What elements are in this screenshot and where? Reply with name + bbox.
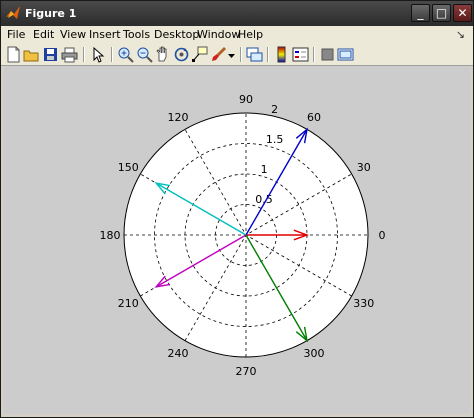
dock-arrow-icon[interactable]: ↘ <box>456 28 465 41</box>
select-arrow-icon[interactable] <box>90 46 107 63</box>
maximize-button[interactable]: □ <box>432 4 451 22</box>
colorbar-icon[interactable] <box>273 46 290 63</box>
angle-tick-label: 0 <box>379 229 386 242</box>
toolbar-separator <box>111 47 113 62</box>
matlab-logo-icon <box>6 6 20 19</box>
menu-file[interactable]: File <box>7 28 25 41</box>
menu-desktop[interactable]: Desktop <box>154 28 199 41</box>
toolbar-separator <box>313 47 315 62</box>
rotate-3d-icon[interactable] <box>173 46 190 63</box>
save-icon[interactable] <box>42 46 59 63</box>
brush-icon[interactable] <box>210 46 227 63</box>
close-button[interactable]: ✕ <box>453 4 472 22</box>
radial-tick-label: 2 <box>271 103 278 116</box>
open-file-icon[interactable] <box>23 46 40 63</box>
show-tools-icon[interactable] <box>337 46 354 63</box>
angle-tick-label: 120 <box>168 111 189 124</box>
link-plot-icon[interactable] <box>246 46 263 63</box>
zoom-out-icon[interactable] <box>136 46 153 63</box>
menu-insert[interactable]: Insert <box>89 28 121 41</box>
new-figure-icon[interactable] <box>5 46 22 63</box>
radial-tick-label: 1.5 <box>266 133 284 146</box>
toolbar-separator <box>83 47 85 62</box>
title-bar[interactable]: Figure 1 _ □ ✕ <box>1 1 473 26</box>
zoom-in-icon[interactable] <box>117 46 134 63</box>
angle-tick-label: 210 <box>118 297 139 310</box>
figure-canvas[interactable]: 0 30 60 90 120 150 180 210 240 270 300 330 0.5 1 1.5 2 <box>4 66 470 414</box>
menu-window[interactable]: Window <box>197 28 240 41</box>
pan-hand-icon[interactable] <box>154 46 171 63</box>
data-cursor-icon[interactable] <box>191 46 208 63</box>
menu-edit[interactable]: Edit <box>33 28 54 41</box>
angle-tick-label: 180 <box>100 229 121 242</box>
print-icon[interactable] <box>61 46 78 63</box>
figure-toolbar <box>1 44 473 66</box>
angle-tick-label: 150 <box>118 161 139 174</box>
angle-tick-label: 330 <box>353 297 374 310</box>
menu-view[interactable]: View <box>60 28 86 41</box>
polar-axes[interactable]: 0306090120150180210240270300330 0.511.52 <box>4 66 470 414</box>
angle-tick-label: 30 <box>357 161 371 174</box>
figure-window: Figure 1 _ □ ✕ File Edit View Insert Too… <box>0 0 474 418</box>
toolbar-separator <box>267 47 269 62</box>
toolbar-separator <box>240 47 242 62</box>
minimize-button[interactable]: _ <box>411 4 430 22</box>
menu-tools[interactable]: Tools <box>123 28 150 41</box>
angle-tick-label: 60 <box>307 111 321 124</box>
angle-tick-label: 240 <box>168 347 189 360</box>
radial-tick-label: 1 <box>261 163 268 176</box>
hide-tools-icon[interactable] <box>319 46 336 63</box>
menu-bar: File Edit View Insert Tools Desktop Wind… <box>1 26 473 44</box>
angle-tick-label: 270 <box>236 365 257 378</box>
menu-help[interactable]: Help <box>238 28 263 41</box>
legend-icon[interactable] <box>292 46 309 63</box>
angle-tick-label: 300 <box>304 347 325 360</box>
angle-tick-label: 90 <box>239 93 253 106</box>
dropdown-arrow-icon[interactable] <box>227 46 236 63</box>
window-title: Figure 1 <box>25 7 77 20</box>
